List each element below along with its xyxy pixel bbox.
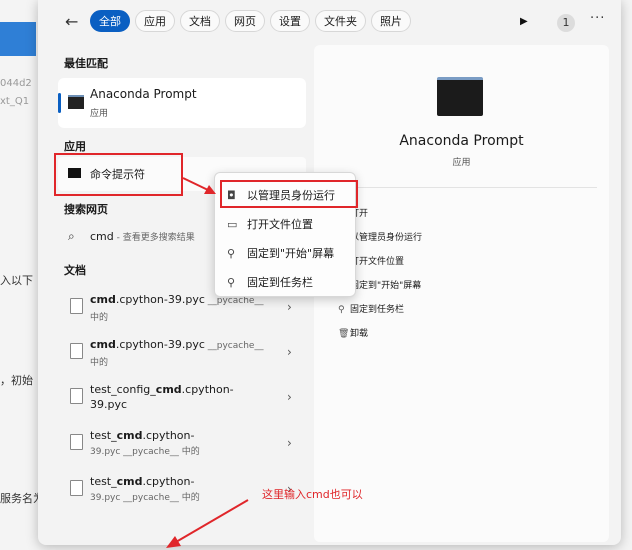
arrow-head (166, 536, 181, 548)
annotation-arrows (166, 177, 249, 548)
annotation-arrow (182, 177, 209, 191)
annotation-note: 这里输入cmd也可以 (262, 488, 363, 501)
annotation-arrow (175, 499, 249, 543)
